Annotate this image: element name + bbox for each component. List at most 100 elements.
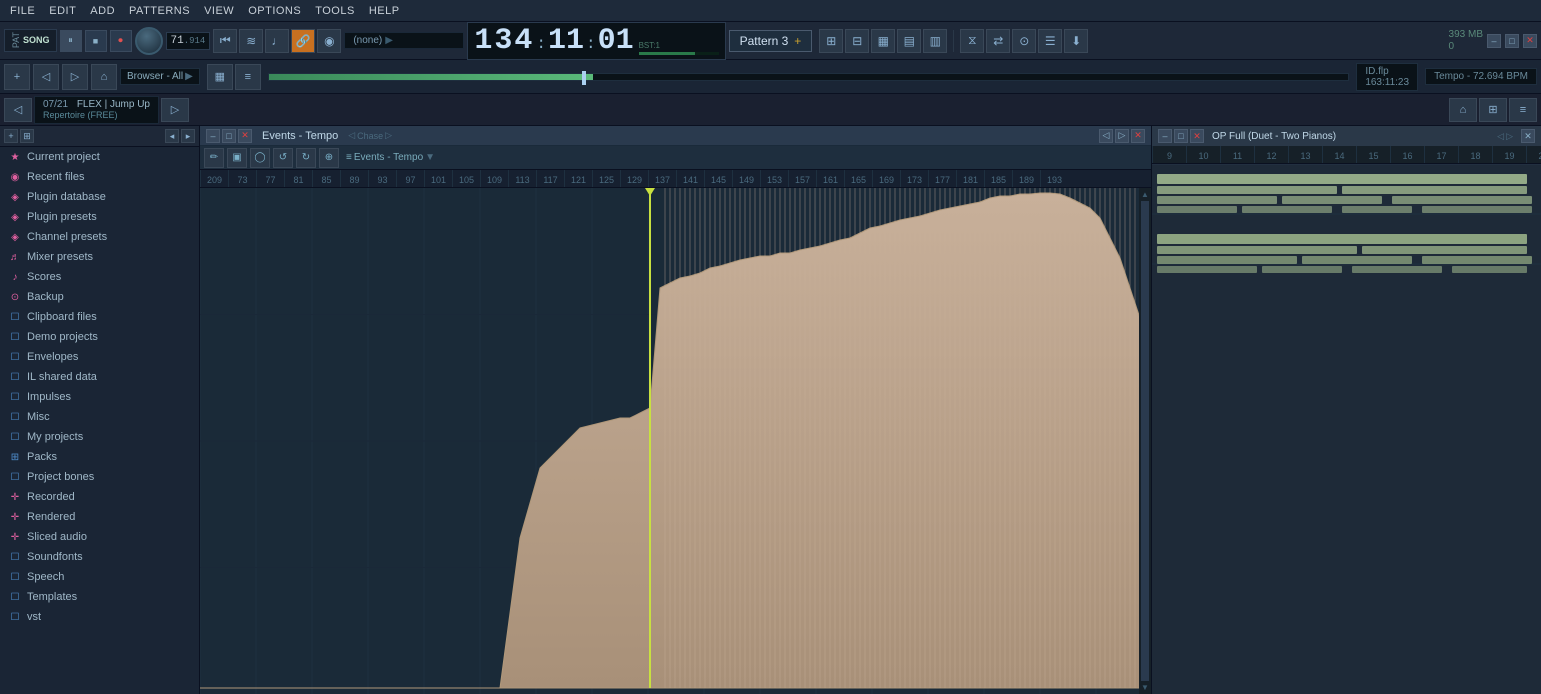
scroll-up-btn[interactable]: ▲ xyxy=(1141,190,1149,199)
menu-item-view[interactable]: VIEW xyxy=(198,3,240,19)
note-icon[interactable]: ♩ xyxy=(265,29,289,53)
ev-undo-btn[interactable]: ↺ xyxy=(273,148,293,168)
plugin-btn-2[interactable]: ⊞ xyxy=(1479,98,1507,122)
sidebar-item-plugin-database[interactable]: ◈Plugin database xyxy=(0,187,199,207)
grid-icon[interactable]: ⊞ xyxy=(819,29,843,53)
list-icon[interactable]: ▤ xyxy=(897,29,921,53)
dl-icon[interactable]: ⬇ xyxy=(1064,29,1088,53)
ev-eraser-btn[interactable]: ◯ xyxy=(250,148,270,168)
sidebar-item-sliced-audio[interactable]: ✛Sliced audio xyxy=(0,527,199,547)
sidebar-item-templates[interactable]: ☐Templates xyxy=(0,587,199,607)
pattern-selector[interactable]: Pattern 3 + xyxy=(729,30,813,52)
main-content: – □ ✕ Events - Tempo ◁ Chase ▷ ◁ ▷ ✕ ✏ xyxy=(200,126,1151,694)
record-btn[interactable]: ⏺ xyxy=(110,30,132,52)
back-btn[interactable]: ◁ xyxy=(33,64,59,90)
ev-scroll-right[interactable]: ▷ xyxy=(1115,129,1129,143)
mixer-icon[interactable]: ▥ xyxy=(923,29,947,53)
plugin-btn-3[interactable]: ≡ xyxy=(1509,98,1537,122)
sound-icon[interactable]: ◉ xyxy=(317,29,341,53)
pr-minimize-btn[interactable]: – xyxy=(1158,129,1172,143)
song-pattern-toggle[interactable]: PAT SONG xyxy=(4,29,57,51)
ev-zoom-btn[interactable]: ⊕ xyxy=(319,148,339,168)
ev-close-x[interactable]: ✕ xyxy=(1131,129,1145,143)
sidebar-item-impulses[interactable]: ☐Impulses xyxy=(0,387,199,407)
sidebar-item-project-bones[interactable]: ☐Project bones xyxy=(0,467,199,487)
scroll-bar-right[interactable]: ▲ ▼ xyxy=(1139,188,1151,694)
ev-maximize-btn[interactable]: □ xyxy=(222,129,236,143)
sidebar-item-current-project[interactable]: ★Current project xyxy=(0,147,199,167)
ev-redo-btn[interactable]: ↻ xyxy=(296,148,316,168)
minimize-btn[interactable]: – xyxy=(1487,34,1501,48)
close-btn[interactable]: ✕ xyxy=(1523,34,1537,48)
ev-scroll-left[interactable]: ◁ xyxy=(1099,129,1113,143)
chat-icon[interactable]: ☰ xyxy=(1038,29,1062,53)
pause-btn[interactable]: ⏸ xyxy=(60,30,82,52)
table-icon[interactable]: ▦ xyxy=(871,29,895,53)
ev-draw-btn[interactable]: ✏ xyxy=(204,148,224,168)
rewind-icon[interactable]: ⏮ xyxy=(213,29,237,53)
sidebar-add-btn[interactable]: + xyxy=(4,129,18,143)
sidebar-item-channel-presets[interactable]: ◈Channel presets xyxy=(0,227,199,247)
recent-files-icon: ◉ xyxy=(8,170,22,184)
ev-select-btn[interactable]: ▣ xyxy=(227,148,247,168)
sidebar-item-misc[interactable]: ☐Misc xyxy=(0,407,199,427)
sidebar-item-vst[interactable]: ☐vst xyxy=(0,607,199,627)
maximize-btn[interactable]: □ xyxy=(1505,34,1519,48)
sidebar-item-my-projects[interactable]: ☐My projects xyxy=(0,427,199,447)
menu-item-patterns[interactable]: PATTERNS xyxy=(123,3,196,19)
link-icon[interactable]: 🔗 xyxy=(291,29,315,53)
tempo-knob[interactable] xyxy=(135,27,163,55)
add-btn[interactable]: + xyxy=(4,64,30,90)
ev-minimize-btn[interactable]: – xyxy=(206,129,220,143)
menu-item-help[interactable]: HELP xyxy=(363,3,406,19)
pr-canvas[interactable] xyxy=(1152,164,1541,694)
forward-btn[interactable]: ▷ xyxy=(62,64,88,90)
sidebar-item-soundfonts[interactable]: ☐Soundfonts xyxy=(0,547,199,567)
view-btn-2[interactable]: ≡ xyxy=(235,64,261,90)
home-btn[interactable]: ⌂ xyxy=(91,64,117,90)
ev-close-btn[interactable]: ✕ xyxy=(238,129,252,143)
none-dropdown[interactable]: (none) ▶ xyxy=(344,32,464,49)
sidebar-item-recent-files[interactable]: ◉Recent files xyxy=(0,167,199,187)
wave-icon[interactable]: ≋ xyxy=(239,29,263,53)
scroll-down-btn[interactable]: ▼ xyxy=(1141,683,1149,692)
sidebar-item-mixer-presets[interactable]: ♬Mixer presets xyxy=(0,247,199,267)
eq-icon[interactable]: ⇄ xyxy=(986,29,1010,53)
view-btn-1[interactable]: ▦ xyxy=(207,64,233,90)
events-canvas[interactable]: ▲ ▼ xyxy=(200,188,1151,694)
sidebar-item-backup[interactable]: ⊙Backup xyxy=(0,287,199,307)
sidebar-view-btn-1[interactable]: ◂ xyxy=(165,129,179,143)
sidebar-item-plugin-presets[interactable]: ◈Plugin presets xyxy=(0,207,199,227)
sidebar-folder-btn[interactable]: ⊞ xyxy=(20,129,34,143)
sidebar-item-clipboard-files[interactable]: ☐Clipboard files xyxy=(0,307,199,327)
ruler-mark-113: 113 xyxy=(508,170,536,187)
scroll-thumb[interactable] xyxy=(1141,201,1149,681)
sidebar-item-recorded[interactable]: ✛Recorded xyxy=(0,487,199,507)
pr-close-x[interactable]: ✕ xyxy=(1521,129,1535,143)
volume-fill xyxy=(269,74,593,80)
menu-item-edit[interactable]: EDIT xyxy=(43,3,82,19)
menu-item-add[interactable]: ADD xyxy=(84,3,121,19)
pr-close-btn[interactable]: ✕ xyxy=(1190,129,1204,143)
sidebar-view-btn-2[interactable]: ▸ xyxy=(181,129,195,143)
comp-icon[interactable]: ⊙ xyxy=(1012,29,1036,53)
sidebar-item-rendered[interactable]: ✛Rendered xyxy=(0,507,199,527)
menu-item-options[interactable]: OPTIONS xyxy=(242,3,307,19)
fx-icon[interactable]: ⧖ xyxy=(960,29,984,53)
sidebar-item-packs[interactable]: ⊞Packs xyxy=(0,447,199,467)
sidebar-item-envelopes[interactable]: ☐Envelopes xyxy=(0,347,199,367)
pattern-add-btn[interactable]: + xyxy=(794,34,801,48)
sidebar-item-il-shared-data[interactable]: ☐IL shared data xyxy=(0,367,199,387)
sidebar-item-demo-projects[interactable]: ☐Demo projects xyxy=(0,327,199,347)
split-icon[interactable]: ⊟ xyxy=(845,29,869,53)
menu-item-tools[interactable]: TOOLS xyxy=(309,3,361,19)
sidebar-item-scores[interactable]: ♪Scores xyxy=(0,267,199,287)
menu-item-file[interactable]: FILE xyxy=(4,3,41,19)
master-volume-bar[interactable] xyxy=(268,73,1349,81)
plugin-prev-btn[interactable]: ◁ xyxy=(4,98,32,122)
plugin-next-btn[interactable]: ▷ xyxy=(161,98,189,122)
stop-btn[interactable]: ■ xyxy=(85,30,107,52)
sidebar-item-speech[interactable]: ☐Speech xyxy=(0,567,199,587)
plugin-btn-1[interactable]: ⌂ xyxy=(1449,98,1477,122)
pr-maximize-btn[interactable]: □ xyxy=(1174,129,1188,143)
